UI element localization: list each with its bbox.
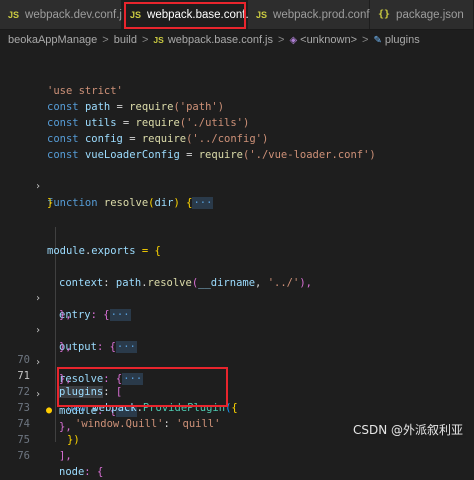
breadcrumb-separator: >	[141, 34, 149, 46]
editor-tab-bar: JS webpack.dev.conf.js JS webpack.base.c…	[0, 0, 474, 30]
breadcrumb-item[interactable]: <unknown>	[300, 34, 357, 46]
code-line: 73 'window.Quill': 'quill'	[0, 384, 474, 430]
code-line: }	[47, 197, 54, 209]
breadcrumb-separator: >	[278, 34, 285, 46]
code-line: const utils = require('./utils')	[47, 117, 250, 129]
watermark: CSDN @外派叙利亚	[349, 421, 466, 438]
folded-ellipsis[interactable]: ···	[192, 197, 214, 209]
tab-label: package.json	[396, 8, 464, 21]
json-file-icon: {}	[378, 9, 391, 20]
code-line: 'use strict'	[47, 85, 123, 97]
tab-label: webpack.dev.conf.js	[25, 8, 128, 21]
tab-label: webpack.base.conf.js	[147, 8, 257, 21]
javascript-file-icon: JS	[8, 9, 20, 20]
tab-package-json[interactable]: {} package.json	[370, 0, 474, 29]
tab-webpack-dev-conf[interactable]: JS webpack.dev.conf.js	[0, 0, 128, 29]
breadcrumb-separator: >	[362, 34, 369, 46]
code-line: 74 })	[0, 400, 474, 446]
code-line: 72 new webpack.ProvidePlugin({	[0, 368, 474, 414]
javascript-file-icon: JS	[130, 9, 142, 20]
code-line: const config = require('../config')	[47, 133, 269, 145]
javascript-file-icon: JS	[256, 9, 268, 20]
breadcrumb-item[interactable]: build	[114, 34, 137, 46]
breadcrumb: beokaAppManage > build > JS webpack.base…	[0, 29, 474, 51]
code-line: const path = require('path')	[47, 101, 225, 113]
code-line: module.exports = {	[47, 245, 161, 257]
code-line: const vueLoaderConfig = require('./vue-l…	[47, 149, 376, 161]
code-line: › function resolve(dir) {···	[35, 181, 214, 209]
code-line: 71 plugins: [	[0, 352, 474, 398]
code-line: › output: {···	[35, 325, 137, 353]
code-line: 70	[0, 336, 474, 366]
tab-webpack-prod-conf[interactable]: JS webpack.prod.conf.js	[248, 0, 381, 29]
breadcrumb-item[interactable]: webpack.base.conf.js	[168, 34, 273, 46]
javascript-file-icon: JS	[153, 35, 164, 45]
code-line: context: path.resolve(__dirname, '../'),	[59, 277, 312, 289]
line-number: 70	[17, 354, 30, 366]
line-number: 76	[17, 450, 30, 462]
wrench-icon: ✎	[373, 34, 382, 46]
breadcrumb-separator: >	[102, 34, 109, 46]
tab-webpack-base-conf[interactable]: JS webpack.base.conf.js ×	[122, 0, 272, 29]
breadcrumb-item[interactable]: beokaAppManage	[8, 34, 97, 46]
code-line: › entry: {···	[35, 293, 131, 321]
breadcrumb-item[interactable]: plugins	[385, 34, 420, 46]
code-line: },	[59, 309, 72, 321]
symbol-object-icon: ◈	[289, 34, 298, 46]
tab-label: webpack.prod.conf.js	[273, 8, 382, 21]
